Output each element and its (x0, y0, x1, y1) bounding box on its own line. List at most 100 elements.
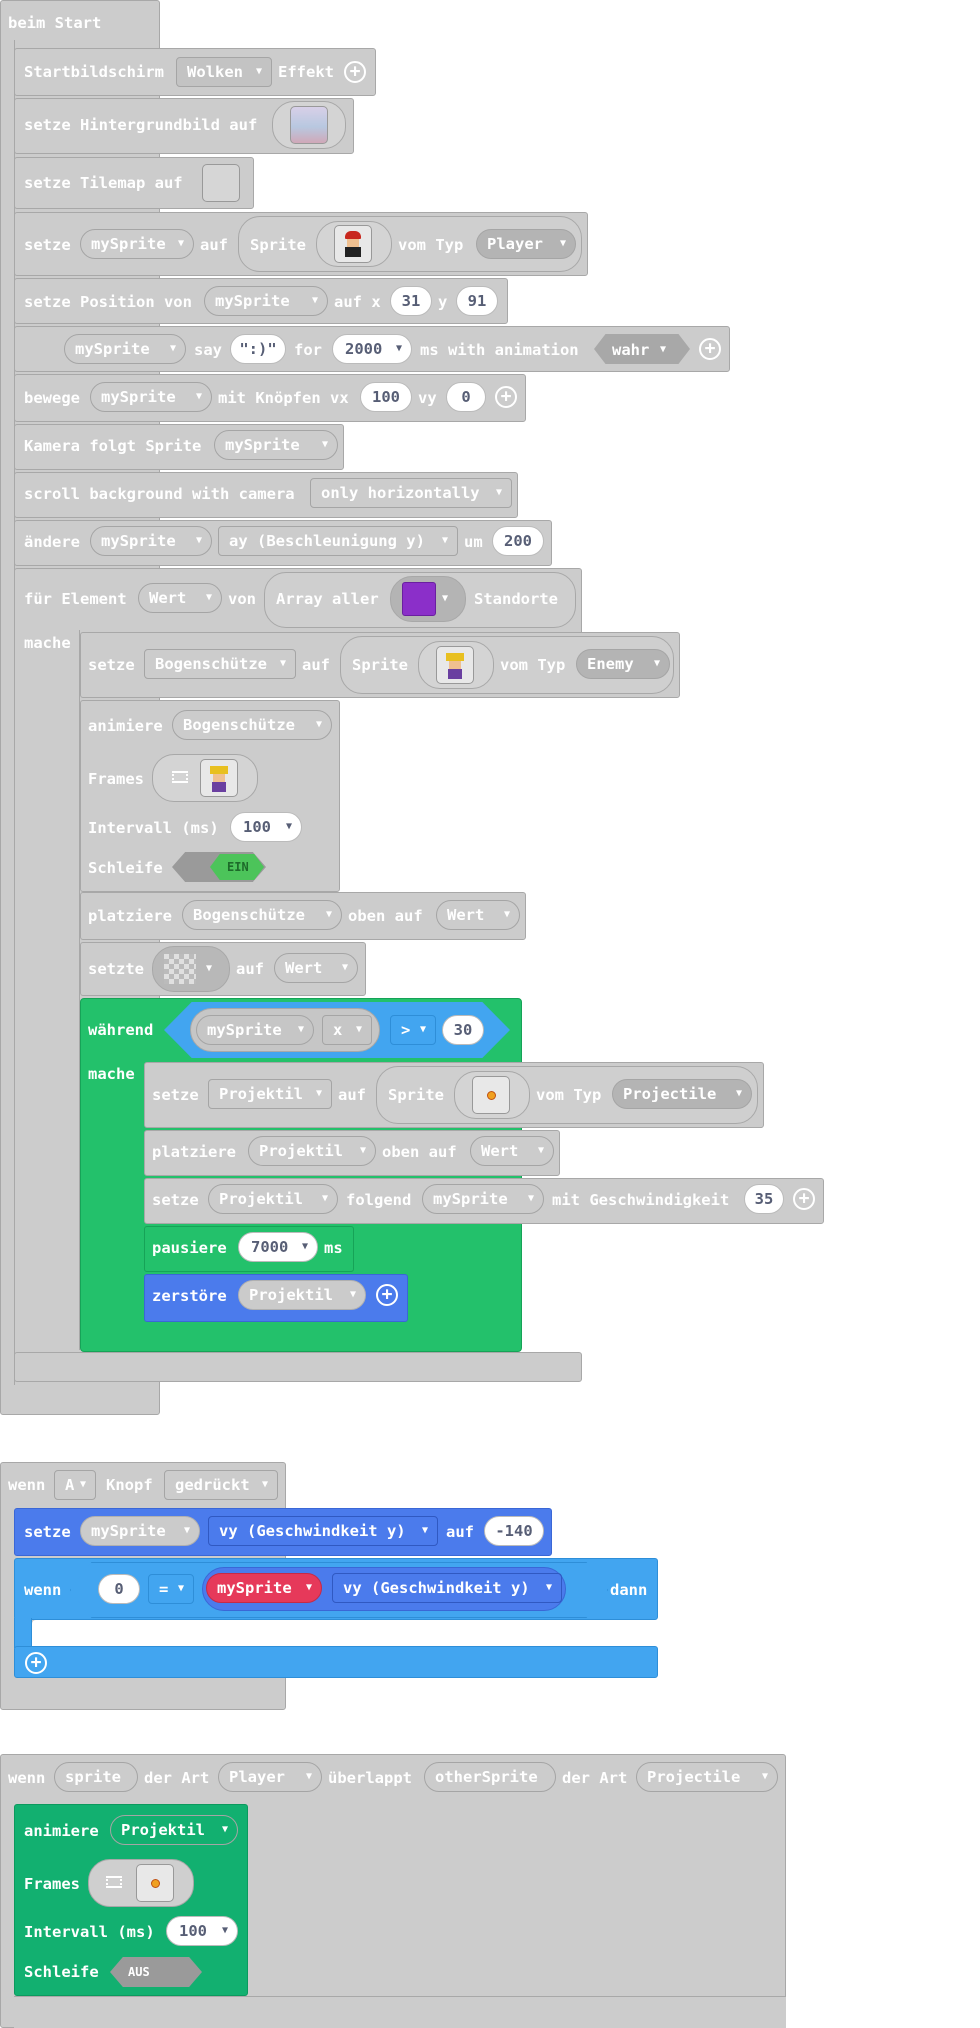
on-button-when-label: wenn (8, 1476, 46, 1494)
archer-kind-dropdown[interactable]: Enemy ▼ (576, 649, 670, 679)
animate-archer-variable-dropdown[interactable]: Bogenschütze ▼ (172, 710, 332, 740)
transparent-tile-swatch[interactable] (164, 954, 196, 984)
sprite-variable-dropdown[interactable]: mySprite ▼ (80, 229, 194, 259)
say-label: say (194, 341, 222, 359)
add-icon[interactable]: + (495, 386, 517, 408)
archer-frames-thumbnail[interactable] (200, 759, 238, 797)
change-value-input[interactable]: 200 (492, 526, 544, 556)
overlap-kind2-dropdown[interactable]: Projectile ▼ (636, 1762, 778, 1792)
chevron-down-icon: ▼ (169, 343, 176, 354)
overlap-other-param[interactable]: otherSprite (424, 1762, 556, 1792)
animate-projectile-interval-dropdown[interactable]: 100 ▼ (166, 1916, 238, 1946)
background-image-thumbnail[interactable] (290, 106, 328, 144)
projectile-variable-dropdown[interactable]: Projektil ▼ (208, 1079, 332, 1109)
button-event-dropdown[interactable]: gedrückt ▼ (164, 1470, 278, 1500)
projectile-loop-toggle[interactable] (110, 1957, 202, 1987)
chevron-down-icon: ▼ (761, 1771, 768, 1782)
set-tile-target-dropdown[interactable]: Wert ▼ (274, 953, 358, 983)
place-archer-variable-dropdown[interactable]: Bogenschütze ▼ (182, 900, 342, 930)
array-of-label: Array aller (276, 590, 379, 608)
overlap-kind-label: der Art (144, 1769, 210, 1787)
if-property-dropdown[interactable]: vy (Geschwindkeit y) ▼ (332, 1573, 562, 1603)
splash-effect-dropdown[interactable]: Wolken ▼ (176, 57, 272, 87)
while-value-input[interactable]: 30 (442, 1015, 484, 1045)
if-left-input[interactable]: 0 (98, 1574, 140, 1604)
film-icon[interactable] (172, 771, 188, 783)
set-velocity-value-input[interactable]: -140 (484, 1516, 544, 1546)
set-velocity-variable-dropdown[interactable]: mySprite ▼ (80, 1516, 200, 1546)
set-velocity-property-dropdown[interactable]: vy (Geschwindkeit y) ▼ (208, 1516, 438, 1546)
follow-speed-input[interactable]: 35 (744, 1184, 784, 1214)
overlap-kind-dropdown[interactable]: Player ▼ (218, 1762, 322, 1792)
archer-frame-body (212, 782, 226, 792)
add-icon[interactable]: + (344, 61, 366, 83)
add-icon[interactable]: + (376, 1284, 398, 1306)
if-variable-dropdown[interactable]: mySprite ▼ (206, 1573, 322, 1603)
chevron-down-icon: ▼ (305, 1771, 312, 1782)
overlap-sprite-param[interactable]: sprite (54, 1762, 138, 1792)
position-x-input[interactable]: 31 (390, 286, 432, 316)
say-text-input[interactable]: ":)" (230, 334, 286, 364)
tilemap-thumbnail[interactable] (202, 164, 240, 202)
place-projectile-target-dropdown[interactable]: Wert ▼ (470, 1136, 554, 1166)
chevron-down-icon: ▼ (206, 963, 213, 974)
archer-sprite-body (448, 669, 462, 679)
add-icon[interactable]: + (25, 1652, 47, 1674)
destroy-variable-dropdown[interactable]: Projektil ▼ (238, 1280, 366, 1310)
move-vy-input[interactable]: 0 (446, 382, 486, 412)
projectile-sprite-icon (487, 1091, 496, 1100)
chevron-down-icon: ▼ (205, 592, 212, 603)
move-vx-input[interactable]: 100 (360, 382, 412, 412)
tile-swatch[interactable] (402, 582, 436, 616)
say-duration-dropdown[interactable]: 2000 ▼ (332, 334, 412, 364)
change-variable-value: mySprite (101, 532, 176, 550)
while-variable-dropdown[interactable]: mySprite ▼ (196, 1015, 314, 1045)
change-property-dropdown[interactable]: ay (Beschleunigung y) ▼ (218, 526, 458, 556)
archer-sprite-thumbnail[interactable] (436, 646, 474, 684)
follow-variable-dropdown[interactable]: Projektil ▼ (208, 1184, 338, 1214)
place-archer-target-dropdown[interactable]: Wert ▼ (436, 900, 520, 930)
position-variable-dropdown[interactable]: mySprite ▼ (204, 286, 328, 316)
while-property-dropdown[interactable]: x ▼ (322, 1015, 372, 1045)
if-operator-value: = (159, 1580, 169, 1598)
add-icon[interactable]: + (793, 1188, 815, 1210)
set-sprite-label: setze (24, 236, 71, 254)
add-icon[interactable]: + (699, 338, 721, 360)
while-operator-dropdown[interactable]: > ▼ (390, 1015, 436, 1045)
place-projectile-variable-dropdown[interactable]: Projektil ▼ (248, 1136, 376, 1166)
follow-target-dropdown[interactable]: mySprite ▼ (422, 1184, 544, 1214)
chevron-down-icon: ▼ (177, 238, 184, 249)
scroll-mode-dropdown[interactable]: only horizontally ▼ (310, 478, 512, 508)
chevron-down-icon: ▼ (321, 1193, 328, 1204)
projectile-kind-dropdown[interactable]: Projectile ▼ (612, 1079, 752, 1109)
camera-variable-dropdown[interactable]: mySprite ▼ (214, 430, 338, 460)
chevron-down-icon: ▼ (545, 1582, 552, 1593)
if-operator-dropdown[interactable]: = ▼ (148, 1574, 194, 1604)
if-empty-slot[interactable] (32, 1620, 658, 1646)
chevron-down-icon: ▼ (177, 1583, 184, 1594)
animate-projectile-label: animiere (24, 1822, 99, 1840)
projectile-frames-thumbnail[interactable] (136, 1864, 174, 1902)
position-y-label: y (438, 293, 448, 311)
animate-projectile-loop-label: Schleife (24, 1963, 99, 1981)
player-sprite-thumbnail[interactable] (334, 225, 372, 263)
chevron-down-icon: ▼ (305, 1582, 312, 1593)
archer-variable-dropdown[interactable]: Bogenschütze ▼ (144, 649, 296, 679)
for-element-variable-dropdown[interactable]: Wert ▼ (138, 583, 222, 613)
position-x-label: auf x (334, 293, 381, 311)
chevron-down-icon: ▼ (503, 909, 510, 920)
while-do-label: mache (88, 1065, 135, 1083)
say-variable-dropdown[interactable]: mySprite ▼ (64, 334, 186, 364)
position-y-input[interactable]: 91 (456, 286, 498, 316)
change-variable-dropdown[interactable]: mySprite ▼ (90, 526, 212, 556)
if-then-label: dann (610, 1581, 648, 1599)
pause-duration-dropdown[interactable]: 7000 ▼ (238, 1232, 318, 1262)
button-key-dropdown[interactable]: A ▼ (54, 1470, 96, 1500)
film-icon[interactable] (106, 1876, 122, 1888)
animate-archer-interval-dropdown[interactable]: 100 ▼ (230, 812, 302, 842)
move-variable-dropdown[interactable]: mySprite ▼ (90, 382, 212, 412)
projectile-sprite-thumbnail[interactable] (472, 1076, 510, 1114)
animate-projectile-variable-dropdown[interactable]: Projektil ▼ (110, 1815, 238, 1845)
sprite-kind-dropdown[interactable]: Player ▼ (476, 229, 576, 259)
place-archer-on-label: oben auf (348, 907, 423, 925)
